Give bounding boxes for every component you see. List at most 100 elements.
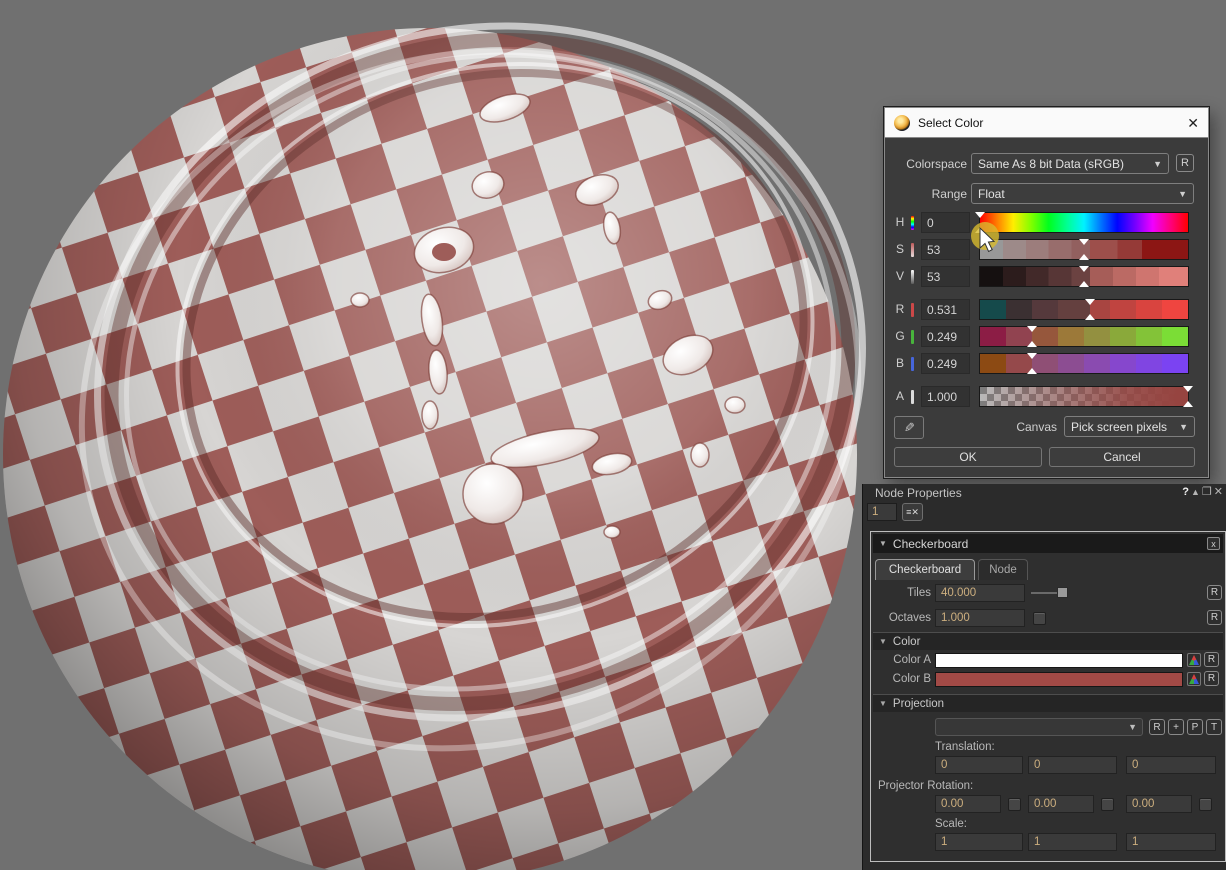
color-a-picker-button[interactable] [1187, 653, 1201, 667]
r-value-input[interactable]: 0.531 [921, 299, 970, 320]
rotation-y-input[interactable]: 0.00 [1028, 795, 1094, 813]
help-icon[interactable]: ? [1182, 486, 1189, 499]
rotation-y-checkbox[interactable] [1101, 798, 1114, 811]
v-gradient-slider[interactable] [979, 266, 1189, 287]
projection-add-button[interactable]: + [1168, 719, 1184, 735]
canvas-dropdown[interactable]: Pick screen pixels ▼ [1064, 416, 1195, 437]
color-b-picker-button[interactable] [1187, 672, 1201, 686]
blue-indicator-icon [911, 357, 914, 371]
projection-locator-dropdown[interactable]: ▼ [935, 718, 1143, 736]
value-indicator-icon [911, 270, 914, 284]
tiles-input[interactable]: 40.000 [935, 584, 1025, 602]
sphere-shading [3, 28, 857, 870]
b-gradient-slider[interactable] [979, 353, 1189, 374]
channel-label: R [893, 302, 907, 316]
a-value-input[interactable]: 1.000 [921, 386, 970, 407]
a-gradient-slider[interactable] [979, 386, 1189, 407]
checkerboard-node-form: ▼ Checkerboard x Checkerboard Node Tiles… [870, 531, 1226, 862]
color-a-label: Color A [871, 654, 931, 666]
octaves-mini-checkbox[interactable] [1033, 612, 1046, 625]
rotation-z-checkbox[interactable] [1199, 798, 1212, 811]
close-icon[interactable]: ✕ [1187, 116, 1199, 130]
range-dropdown[interactable]: Float ▼ [971, 183, 1194, 204]
v-value-input[interactable]: 53 [921, 266, 970, 287]
projection-reset-button[interactable]: R [1149, 719, 1165, 735]
octaves-reset-button[interactable]: R [1207, 610, 1222, 625]
octaves-input[interactable]: 1.000 [935, 609, 1025, 627]
h-gradient-slider[interactable] [979, 212, 1189, 233]
tiles-label: Tiles [871, 587, 931, 599]
node-index-input[interactable]: 1 [867, 503, 897, 521]
red-indicator-icon [911, 303, 914, 317]
panel-header-icons: ? ▲ ❐ ✕ [1182, 486, 1223, 499]
slider-marker [1079, 254, 1089, 260]
scale-z-input[interactable]: 1 [1126, 833, 1216, 851]
projection-section-header[interactable]: ▼ Projection [873, 694, 1223, 712]
clear-icon: ≡✕ [906, 507, 919, 518]
tiles-mini-slider-handle[interactable] [1057, 587, 1068, 598]
g-gradient-slider[interactable] [979, 326, 1189, 347]
slider-marker [1027, 353, 1037, 359]
slider-marker [1183, 386, 1193, 392]
detach-window-icon[interactable]: ❐ [1202, 486, 1212, 499]
node-form-header[interactable]: ▼ Checkerboard x [873, 534, 1223, 553]
slider-marker [975, 227, 985, 233]
saturation-indicator-icon [911, 243, 914, 257]
s-value-input[interactable]: 53 [921, 239, 970, 260]
scale-x-input[interactable]: 1 [935, 833, 1023, 851]
tab-checkerboard[interactable]: Checkerboard [875, 559, 975, 580]
ok-button[interactable]: OK [894, 447, 1042, 467]
scale-y-input[interactable]: 1 [1028, 833, 1117, 851]
translation-x-input[interactable]: 0 [935, 756, 1023, 774]
slider-marker [1027, 341, 1037, 347]
h-value-input[interactable]: 0 [921, 212, 970, 233]
dialog-title: Select Color [918, 116, 983, 130]
canvas-label: Canvas [975, 420, 1057, 434]
color-b-reset-button[interactable]: R [1204, 671, 1219, 686]
r-gradient-slider[interactable] [979, 299, 1189, 320]
b-value-input[interactable]: 0.249 [921, 353, 970, 374]
tab-node[interactable]: Node [978, 559, 1028, 580]
remove-node-button[interactable]: x [1207, 537, 1220, 550]
colorspace-reset-button[interactable]: R [1176, 154, 1194, 172]
cancel-button[interactable]: Cancel [1049, 447, 1195, 467]
channel-label: A [893, 389, 907, 403]
select-color-dialog: Select Color ✕ Colorspace Same As 8 bit … [884, 107, 1209, 478]
projection-t-button[interactable]: T [1206, 719, 1222, 735]
channel-label: G [893, 329, 907, 343]
rotation-x-checkbox[interactable] [1008, 798, 1021, 811]
projector-rotation-label: Projector Rotation: [878, 780, 973, 792]
colorspace-dropdown[interactable]: Same As 8 bit Data (sRGB) ▼ [971, 153, 1169, 174]
slider-marker [1027, 326, 1037, 332]
slider-marker [1085, 314, 1095, 320]
color-a-reset-button[interactable]: R [1204, 652, 1219, 667]
g-value-input[interactable]: 0.249 [921, 326, 970, 347]
close-icon[interactable]: ✕ [1214, 486, 1223, 499]
s-gradient-slider[interactable] [979, 239, 1189, 260]
collapse-arrow-icon[interactable]: ▼ [879, 539, 887, 548]
channel-label: B [893, 356, 907, 370]
slider-marker [1079, 281, 1089, 287]
rotation-z-input[interactable]: 0.00 [1126, 795, 1192, 813]
collapse-icon[interactable]: ▲ [1191, 486, 1200, 499]
clear-filter-button[interactable]: ≡✕ [902, 503, 923, 521]
translation-y-input[interactable]: 0 [1028, 756, 1117, 774]
scale-label: Scale: [935, 818, 967, 830]
application-window: Select Color ✕ Colorspace Same As 8 bit … [0, 0, 1226, 870]
hue-indicator-icon [911, 216, 914, 230]
chevron-down-icon: ▼ [1179, 422, 1188, 432]
channel-row-a: A 1.000 [885, 386, 1208, 407]
eyedropper-button[interactable]: ✎ [894, 416, 924, 439]
octaves-label: Octaves [871, 612, 931, 624]
projection-p-button[interactable]: P [1187, 719, 1203, 735]
channel-label: V [893, 269, 907, 283]
color-b-swatch[interactable] [935, 672, 1183, 687]
rotation-x-input[interactable]: 0.00 [935, 795, 1001, 813]
eyedropper-icon: ✎ [904, 420, 915, 436]
color-a-swatch[interactable] [935, 653, 1183, 668]
translation-z-input[interactable]: 0 [1126, 756, 1216, 774]
color-section-header[interactable]: ▼ Color [873, 632, 1223, 650]
shader-ball [0, 0, 949, 870]
dialog-titlebar[interactable]: Select Color ✕ [885, 108, 1208, 138]
tiles-reset-button[interactable]: R [1207, 585, 1222, 600]
